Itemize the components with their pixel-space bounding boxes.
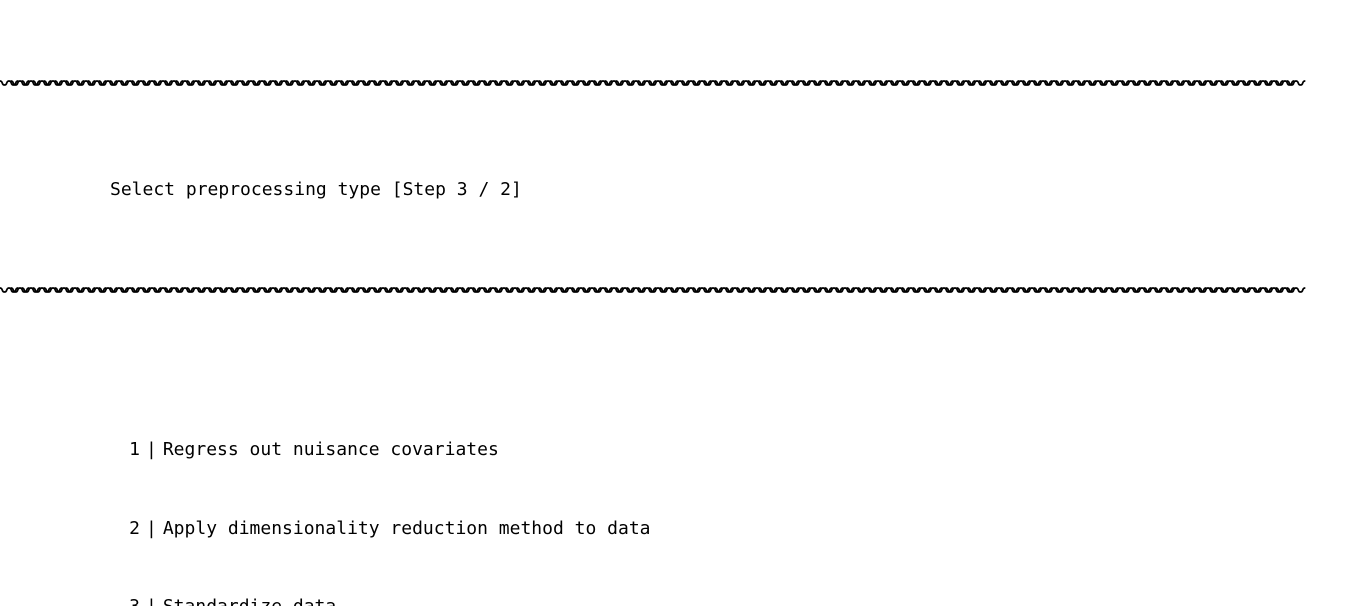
menu-list: 1|Regress out nuisance covariates 2|Appl… [0, 379, 1348, 606]
menu-sep: | [140, 516, 163, 542]
menu-num: 2 [0, 516, 140, 542]
menu-item-2[interactable]: 2|Apply dimensionality reduction method … [0, 516, 1348, 542]
menu-sep: | [140, 594, 163, 606]
menu-label: Apply dimensionality reduction method to… [163, 516, 651, 542]
menu-item-1[interactable]: 1|Regress out nuisance covariates [0, 437, 1348, 463]
wave-divider-top [0, 78, 1348, 94]
menu-num: 3 [0, 594, 140, 606]
menu-label: Regress out nuisance covariates [163, 437, 499, 463]
terminal-screen: Select preprocessing type [Step 3 / 2] 1… [0, 0, 1348, 606]
menu-sep: | [140, 437, 163, 463]
menu-label: Standardize data [163, 594, 336, 606]
menu-num: 1 [0, 437, 140, 463]
menu-item-3[interactable]: 3|Standardize data [0, 594, 1348, 606]
menu-header-title: Select preprocessing type [Step 3 / 2] [0, 173, 1348, 207]
wave-divider-bottom [0, 285, 1348, 301]
